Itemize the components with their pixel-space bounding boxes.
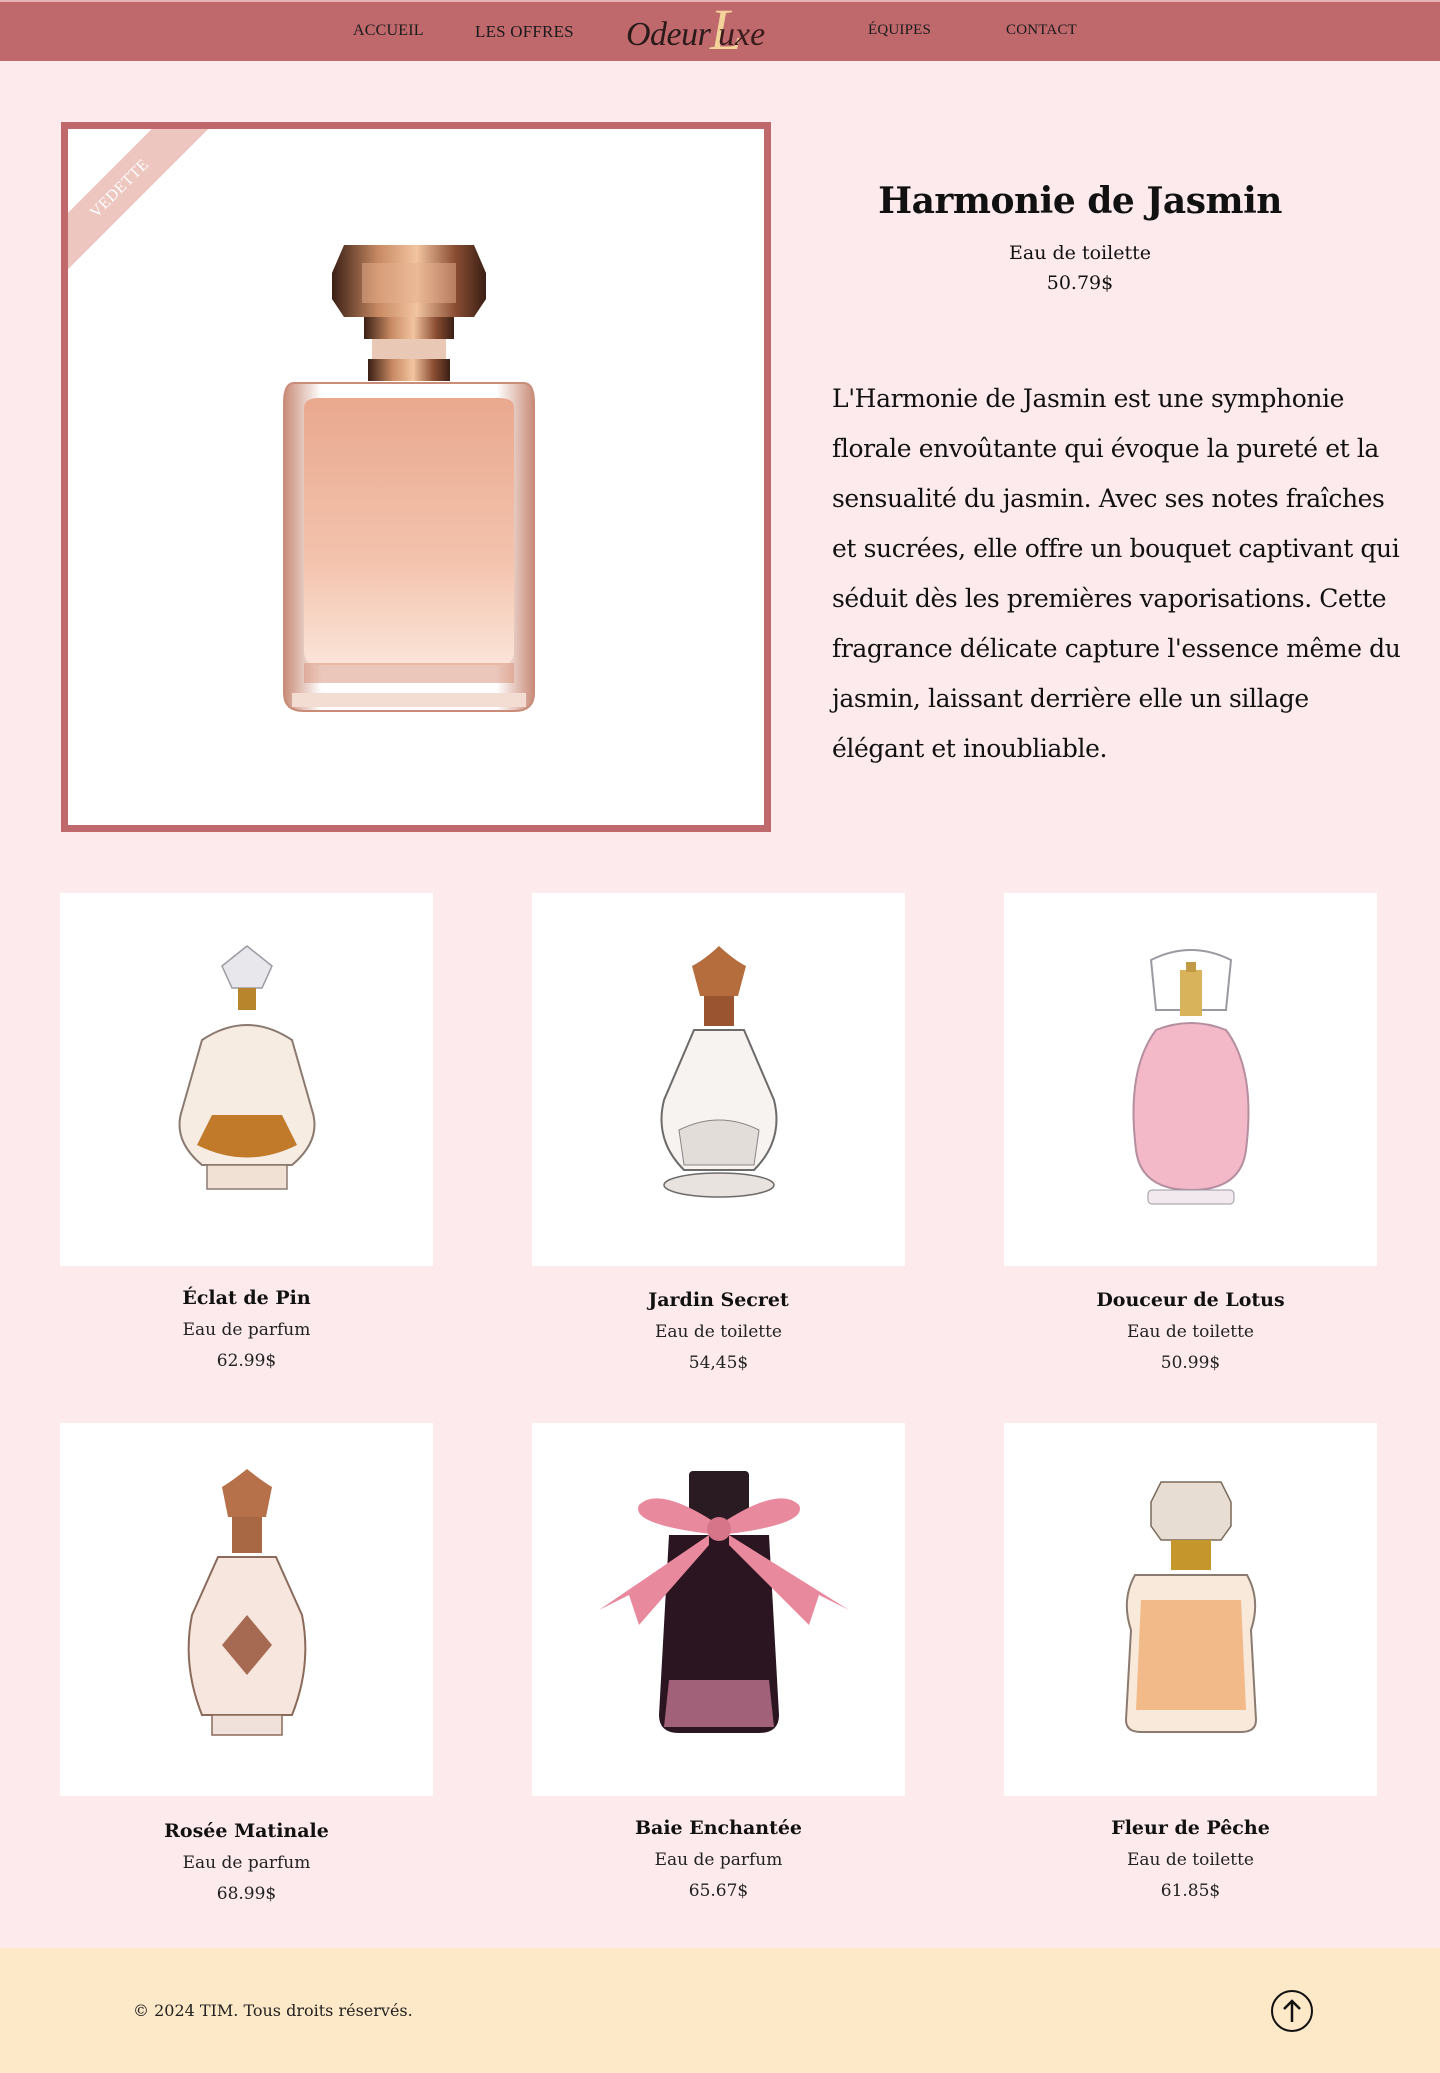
product-price: 65.67$ xyxy=(688,1881,749,1901)
product-type: Eau de toilette xyxy=(1127,1322,1254,1342)
product-card-image[interactable] xyxy=(1004,1423,1377,1796)
product-type: Eau de parfum xyxy=(654,1850,783,1870)
logo-text-part1: Odeur xyxy=(626,16,711,53)
product-name[interactable]: Éclat de Pin xyxy=(60,1287,433,1309)
perfume-bottle-image xyxy=(1132,948,1249,1204)
product-card-image[interactable] xyxy=(532,893,905,1266)
perfume-bottle-image xyxy=(187,1468,306,1736)
product-price: 50.99$ xyxy=(1160,1353,1221,1373)
product-name[interactable]: Fleur de Pêche xyxy=(1004,1817,1377,1839)
featured-image-frame[interactable]: VEDETTE xyxy=(61,122,771,832)
perfume-bottle-image xyxy=(1124,1480,1257,1733)
featured-price: 50.79$ xyxy=(1046,272,1114,294)
top-navigation: ACCUEIL LES OFFRES Odeur L uxe ÉQUIPES C… xyxy=(0,0,1440,63)
product-price: 61.85$ xyxy=(1160,1881,1221,1901)
nav-link-accueil[interactable]: ACCUEIL xyxy=(353,22,424,40)
product-card-image[interactable] xyxy=(60,893,433,1266)
perfume-bottle-image xyxy=(598,1470,849,1733)
back-to-top-button[interactable] xyxy=(1271,1990,1313,2032)
arrow-up-circle-icon xyxy=(1283,1999,1301,2022)
logo-text-part2: uxe xyxy=(718,16,766,53)
featured-ribbon: VEDETTE xyxy=(68,129,212,281)
product-name[interactable]: Douceur de Lotus xyxy=(1004,1289,1377,1311)
ribbon-label: VEDETTE xyxy=(86,155,153,222)
product-card-image[interactable] xyxy=(1004,893,1377,1266)
nav-link-contact[interactable]: CONTACT xyxy=(1006,22,1077,39)
featured-title: Harmonie de Jasmin xyxy=(878,180,1282,222)
nav-link-offres[interactable]: LES OFFRES xyxy=(475,22,574,42)
product-price: 62.99$ xyxy=(216,1351,277,1371)
site-logo[interactable]: Odeur L uxe xyxy=(622,0,802,63)
site-footer: © 2024 TIM. Tous droits réservés. xyxy=(0,1948,1440,2073)
product-card-image[interactable] xyxy=(532,1423,905,1796)
featured-type: Eau de toilette xyxy=(1009,242,1151,264)
product-type: Eau de parfum xyxy=(182,1853,311,1873)
perfume-bottle-image xyxy=(660,945,777,1198)
featured-perfume-bottle-image xyxy=(283,245,535,712)
product-price: 68.99$ xyxy=(216,1884,277,1904)
featured-info: Harmonie de Jasmin Eau de toilette 50.79… xyxy=(820,180,1340,294)
product-type: Eau de toilette xyxy=(655,1322,782,1342)
product-type: Eau de parfum xyxy=(182,1320,311,1340)
featured-description: L'Harmonie de Jasmin est une symphonie f… xyxy=(832,384,1401,763)
product-name[interactable]: Jardin Secret xyxy=(532,1289,905,1311)
product-type: Eau de toilette xyxy=(1127,1850,1254,1870)
product-card-image[interactable] xyxy=(60,1423,433,1796)
product-price: 54,45$ xyxy=(688,1353,749,1373)
product-name[interactable]: Rosée Matinale xyxy=(60,1820,433,1842)
copyright-text: © 2024 TIM. Tous droits réservés. xyxy=(133,2001,413,2020)
perfume-bottle-image xyxy=(178,944,315,1190)
product-name[interactable]: Baie Enchantée xyxy=(532,1817,905,1839)
nav-link-equipes[interactable]: ÉQUIPES xyxy=(868,22,931,39)
